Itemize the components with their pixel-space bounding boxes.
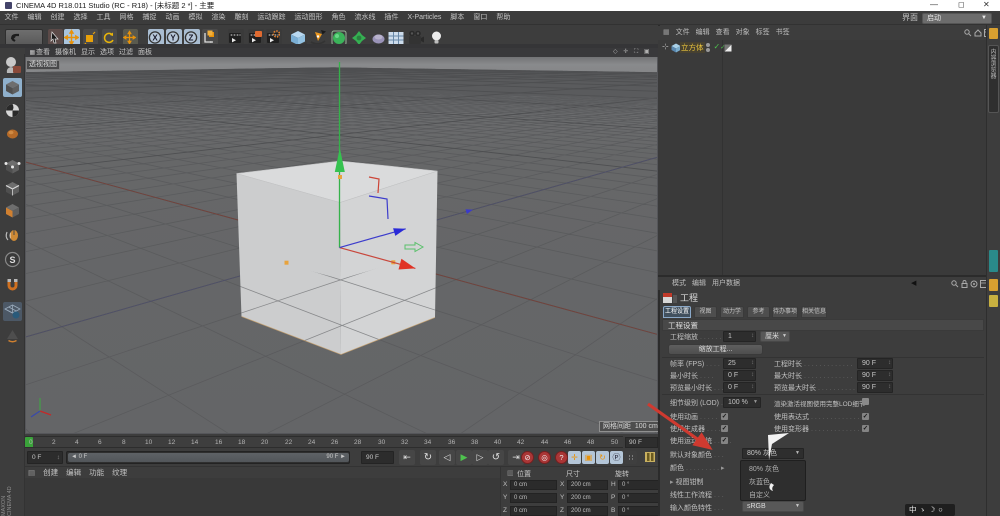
svg-text:Y: Y [170, 33, 176, 42]
svg-text:Z: Z [189, 33, 194, 42]
svg-text:X: X [152, 33, 158, 42]
svg-text:S: S [9, 255, 15, 265]
